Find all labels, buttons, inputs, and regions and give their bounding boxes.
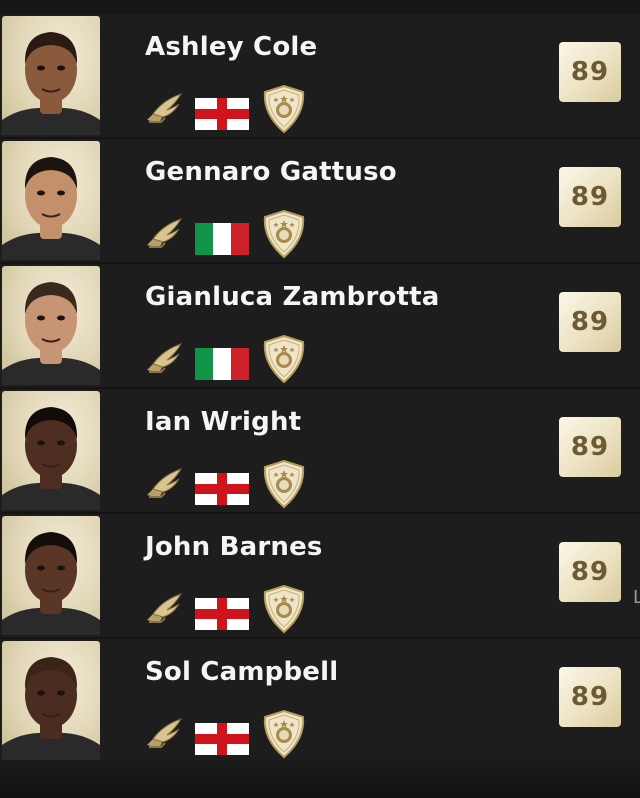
icon-crest-icon (263, 334, 305, 384)
winged-boot-icon (147, 468, 183, 498)
player-row[interactable]: Gennaro Gattuso 89 (0, 139, 640, 264)
player-rating: 89 (559, 542, 621, 602)
bottom-bar (0, 760, 640, 798)
player-list: Ashley Cole 89 Gennaro Gattuso 89 Gianlu… (0, 14, 640, 764)
italy-flag (195, 223, 249, 255)
player-name: John Barnes (145, 532, 323, 562)
winged-boot-icon (147, 93, 183, 123)
player-rating: 89 (559, 417, 621, 477)
player-row[interactable]: John Barnes 89 (0, 514, 640, 639)
player-name: Sol Campbell (145, 657, 339, 687)
icon-crest-icon (263, 584, 305, 634)
player-portrait (2, 16, 100, 135)
player-rating: 89 (559, 42, 621, 102)
england-flag (195, 598, 249, 630)
player-rating: 89 (559, 292, 621, 352)
icon-crest-icon (263, 459, 305, 509)
player-portrait (2, 516, 100, 635)
england-flag (195, 473, 249, 505)
player-row[interactable]: Sol Campbell 89 (0, 639, 640, 764)
player-portrait (2, 141, 100, 260)
england-flag (195, 723, 249, 755)
player-row[interactable]: Ian Wright 89 (0, 389, 640, 514)
player-rating: 89 (559, 167, 621, 227)
winged-boot-icon (147, 218, 183, 248)
england-flag (195, 98, 249, 130)
player-row[interactable]: Gianluca Zambrotta 89 (0, 264, 640, 389)
player-name: Gianluca Zambrotta (145, 282, 440, 312)
player-name: Ian Wright (145, 407, 302, 437)
winged-boot-icon (147, 343, 183, 373)
player-portrait (2, 391, 100, 510)
player-row[interactable]: Ashley Cole 89 (0, 14, 640, 139)
winged-boot-icon (147, 718, 183, 748)
icon-crest-icon (263, 209, 305, 259)
winged-boot-icon (147, 593, 183, 623)
icon-crest-icon (263, 709, 305, 759)
player-portrait (2, 641, 100, 760)
cursor-edge-mark: L (633, 587, 640, 608)
italy-flag (195, 348, 249, 380)
player-name: Ashley Cole (145, 32, 318, 62)
player-rating: 89 (559, 667, 621, 727)
player-name: Gennaro Gattuso (145, 157, 397, 187)
player-portrait (2, 266, 100, 385)
icon-crest-icon (263, 84, 305, 134)
